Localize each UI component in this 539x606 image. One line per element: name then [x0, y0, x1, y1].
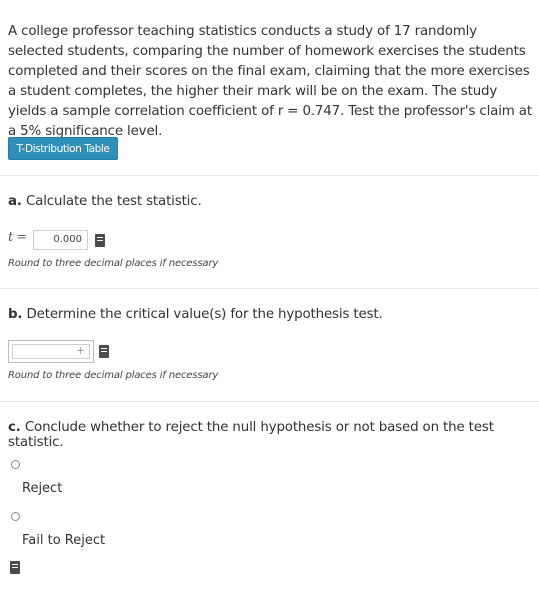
- notepad-icon[interactable]: [99, 345, 109, 358]
- option-fail-to-reject-label[interactable]: Fail to Reject: [22, 533, 105, 548]
- part-b-question: b. Determine the critical value(s) for t…: [8, 307, 383, 322]
- radio-reject[interactable]: [11, 460, 20, 469]
- divider: [0, 401, 539, 402]
- t-variable-label: t =: [8, 230, 27, 245]
- t-distribution-table-button[interactable]: T-Distribution Table: [8, 137, 118, 160]
- part-a-text: Calculate the test statistic.: [25, 194, 202, 209]
- equals-sign: =: [16, 230, 28, 245]
- add-value-icon[interactable]: +: [76, 344, 85, 358]
- radio-fail-to-reject[interactable]: [11, 512, 20, 521]
- part-a-question: a. Calculate the test statistic.: [8, 194, 202, 209]
- part-a-letter: a.: [8, 194, 22, 209]
- part-c-letter: c.: [8, 420, 21, 435]
- part-c-text: Conclude whether to reject the null hypo…: [8, 420, 494, 450]
- question-panel: A college professor teaching statistics …: [0, 0, 539, 606]
- notepad-icon[interactable]: [10, 561, 20, 574]
- part-b-letter: b.: [8, 307, 23, 322]
- critical-value-input[interactable]: +: [8, 340, 94, 363]
- problem-statement: A college professor teaching statistics …: [8, 24, 532, 139]
- t-symbol: t: [8, 230, 14, 245]
- part-b-hint: Round to three decimal places if necessa…: [8, 370, 219, 381]
- part-c-question: c. Conclude whether to reject the null h…: [8, 420, 539, 450]
- divider: [0, 175, 539, 176]
- notepad-icon[interactable]: [95, 234, 105, 247]
- part-a-hint: Round to three decimal places if necessa…: [8, 258, 219, 269]
- divider: [0, 288, 539, 289]
- option-reject-label[interactable]: Reject: [22, 481, 62, 496]
- test-statistic-input[interactable]: 0.000: [33, 230, 88, 250]
- part-b-text: Determine the critical value(s) for the …: [26, 307, 383, 322]
